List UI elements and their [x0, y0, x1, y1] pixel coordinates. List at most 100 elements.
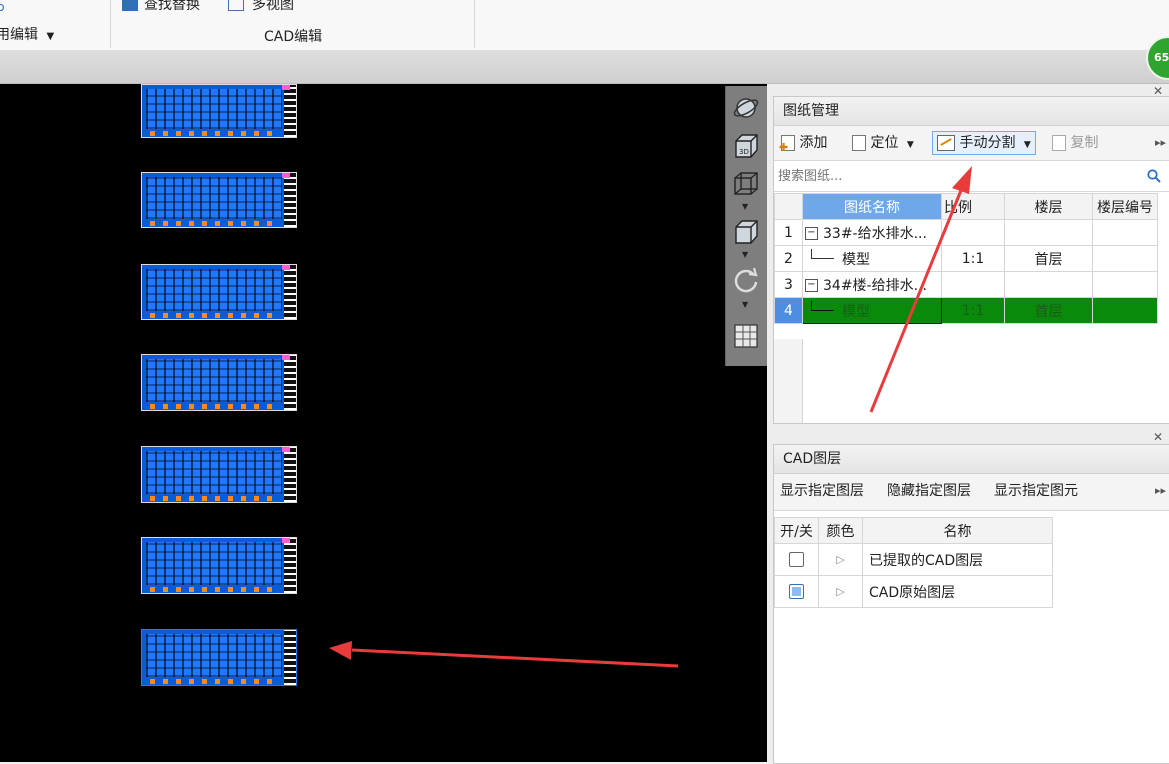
column-header-floor-no[interactable]: 楼层编号: [1092, 193, 1158, 220]
layer-toggle-checkbox[interactable]: [789, 552, 804, 567]
more-icon[interactable]: ▸▸: [1155, 474, 1166, 508]
collapse-icon[interactable]: −: [805, 227, 818, 240]
find-replace-icon: [122, 0, 138, 11]
drawing-thumbnail[interactable]: [141, 172, 297, 228]
hide-layer-button[interactable]: 隐藏指定图层: [887, 474, 971, 508]
scale-cell: [941, 219, 1005, 246]
manual-split-button[interactable]: 手动分割 ▼: [932, 131, 1036, 155]
tree-connector: [811, 300, 834, 311]
drawing-name-cell: 模型: [802, 245, 942, 272]
copy-button[interactable]: 复制: [1052, 126, 1098, 160]
column-header-color[interactable]: 颜色: [818, 517, 863, 544]
column-header-name[interactable]: 图纸名称: [802, 193, 942, 220]
close-icon[interactable]: ✕: [1153, 430, 1163, 444]
row-number: 2: [774, 245, 803, 272]
row-number: 4: [774, 297, 803, 324]
drawing-table: 图纸名称 比例 楼层 楼层编号 1 −33#-给水排水... 2 模型 1:1 …: [774, 193, 1158, 324]
drawing-name-cell: −33#-给水排水...: [802, 219, 942, 246]
layer-toggle-checkbox[interactable]: [789, 584, 804, 599]
column-header-floor[interactable]: 楼层: [1004, 193, 1093, 220]
table-row[interactable]: 3 −34#楼-给排水...: [774, 271, 1158, 298]
column-header-rownum: [774, 193, 803, 220]
expand-icon[interactable]: ▷: [818, 543, 863, 576]
drawing-name: 33#-给水排水...: [823, 225, 927, 242]
cad-edit-group-label: CAD编辑: [264, 29, 323, 45]
column-header-name[interactable]: 名称: [862, 517, 1053, 544]
layer-panel-title: CAD图层: [774, 445, 1169, 474]
manual-split-icon: [937, 135, 955, 151]
floor-no-cell: [1092, 297, 1158, 324]
copy-icon: [1052, 135, 1066, 151]
chevron-down-icon: ▼: [46, 31, 55, 42]
drawing-thumbnail-selected[interactable]: [141, 629, 297, 686]
table-row[interactable]: ▷ CAD原始图层: [774, 575, 1053, 608]
chevron-down-icon: ▼: [1023, 140, 1031, 150]
chevron-down-icon[interactable]: ▼: [742, 250, 748, 259]
manual-split-label: 手动分割: [959, 135, 1016, 151]
drawing-thumbnail[interactable]: [141, 537, 297, 594]
rotate-icon[interactable]: [732, 266, 760, 294]
multi-view-label: 多视图: [252, 0, 294, 13]
show-element-button[interactable]: 显示指定图元: [994, 474, 1078, 508]
scale-cell: 1:1: [941, 297, 1005, 324]
chevron-down-icon[interactable]: ▼: [742, 300, 748, 309]
wireframe-cube-icon[interactable]: [732, 170, 760, 198]
solid-cube-icon[interactable]: [732, 218, 760, 246]
drawing-name: 模型: [842, 251, 870, 268]
column-header-scale[interactable]: 比例: [941, 193, 1005, 220]
multi-view-button[interactable]: 多视图: [228, 0, 294, 14]
cad-layer-panel: CAD图层 显示指定图层 隐藏指定图层 显示指定图元 ▸▸ 开/关 颜色 名称 …: [773, 444, 1169, 764]
svg-text:3D: 3D: [739, 148, 749, 156]
drawing-management-panel: 图纸管理 ✚ 添加 定位 ▼ 手动分割 ▼ 复制 ▸▸ 搜索图纸... 图纸名称…: [773, 96, 1169, 424]
table-header-row: 开/关 颜色 名称: [774, 517, 1053, 544]
locate-label: 定位: [870, 135, 899, 151]
view-toolbar: 3D ▼ ▼ ▼: [725, 86, 768, 366]
table-row-selected[interactable]: 4 模型 1:1 首层: [774, 297, 1158, 324]
drawing-name-cell: 模型: [802, 297, 942, 324]
toggle-cell: [774, 575, 819, 608]
orbit-icon[interactable]: [732, 94, 760, 122]
chevron-down-icon[interactable]: ▼: [742, 202, 748, 211]
row-number: 1: [774, 219, 803, 246]
column-header-toggle[interactable]: 开/关: [774, 517, 819, 544]
scale-cell: 1:1: [941, 245, 1005, 272]
drawing-thumbnail[interactable]: [141, 446, 297, 503]
group-left-label: 用编辑: [0, 27, 38, 43]
expand-icon[interactable]: ▷: [818, 575, 863, 608]
floor-no-cell: [1092, 245, 1158, 272]
floor-no-cell: [1092, 219, 1158, 246]
show-layer-button[interactable]: 显示指定图层: [780, 474, 864, 508]
drawing-name: 模型: [842, 303, 870, 320]
floor-cell: 首层: [1004, 245, 1093, 272]
layer-grid-icon[interactable]: [732, 322, 760, 350]
chevron-down-icon: ▼: [906, 140, 914, 150]
table-header-row: 图纸名称 比例 楼层 楼层编号: [774, 193, 1158, 220]
drawing-thumbnail[interactable]: [141, 264, 297, 320]
table-row[interactable]: 1 −33#-给水排水...: [774, 219, 1158, 246]
drawing-panel-title: 图纸管理: [774, 97, 1169, 126]
search-icon[interactable]: [1147, 169, 1161, 183]
drawing-panel-toolbar: ✚ 添加 定位 ▼ 手动分割 ▼ 复制 ▸▸: [774, 126, 1169, 161]
copy-label: 复制: [1070, 135, 1099, 151]
add-drawing-label: 添加: [799, 135, 828, 151]
drawing-search-box: [774, 161, 1169, 192]
cad-canvas[interactable]: [0, 84, 767, 762]
3d-cube-icon[interactable]: 3D: [732, 132, 760, 160]
row-number: 3: [774, 271, 803, 298]
ribbon-group-left[interactable]: 用编辑 ▼: [0, 24, 54, 44]
search-input[interactable]: [776, 164, 1140, 188]
table-row[interactable]: 2 模型 1:1 首层: [774, 245, 1158, 272]
locate-button[interactable]: 定位 ▼: [852, 126, 914, 160]
more-icon[interactable]: ▸▸: [1155, 126, 1166, 160]
floor-cell: [1004, 219, 1093, 246]
tree-connector: [811, 248, 834, 259]
collapse-icon[interactable]: −: [805, 279, 818, 292]
table-row[interactable]: ▷ 已提取的CAD图层: [774, 543, 1053, 576]
drawing-thumbnail[interactable]: [141, 84, 297, 138]
drawing-thumbnail[interactable]: [141, 354, 297, 411]
find-replace-button[interactable]: 查找替换: [122, 0, 200, 14]
drawing-name-cell: −34#楼-给排水...: [802, 271, 942, 298]
right-panels: ✕ 图纸管理 ✚ 添加 定位 ▼ 手动分割 ▼ 复制 ▸▸ 搜索图纸... 图纸…: [767, 84, 1169, 764]
scale-cell: [941, 271, 1005, 298]
add-drawing-button[interactable]: ✚ 添加: [779, 126, 828, 160]
